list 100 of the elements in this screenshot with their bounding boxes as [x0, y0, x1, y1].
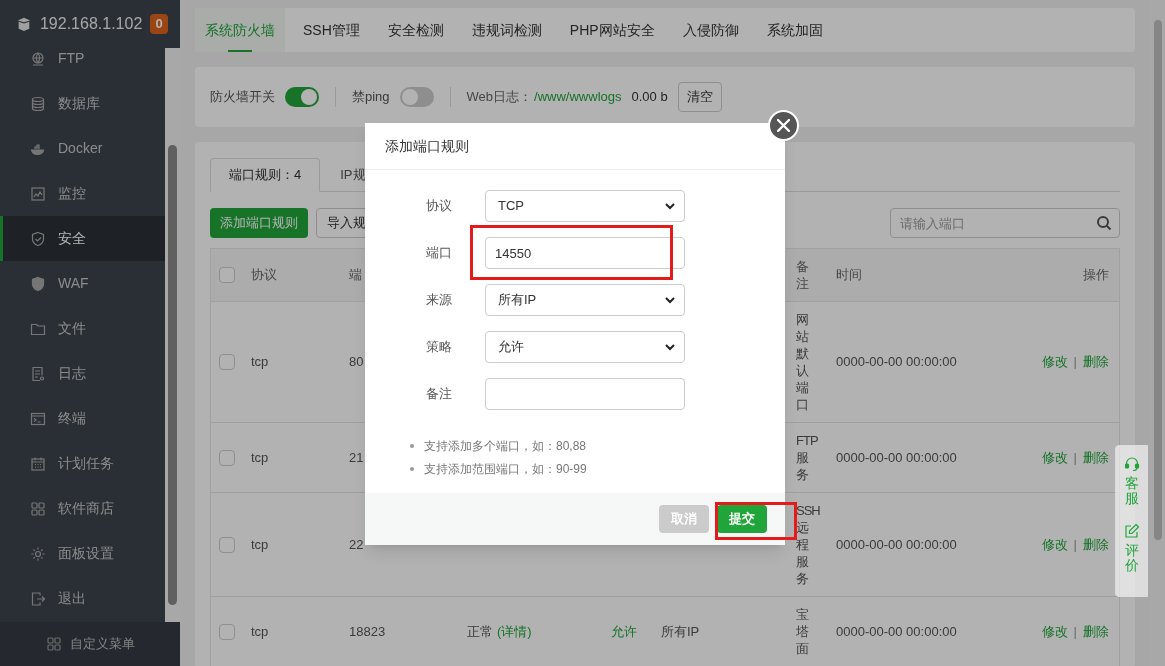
delete-link[interactable]: 删除	[1083, 621, 1109, 642]
policy-text: 允许	[611, 622, 637, 641]
toggle-label: 防火墙开关	[210, 88, 275, 107]
tab[interactable]: 安全检测	[377, 8, 454, 52]
column-header: 备注	[796, 258, 810, 292]
field-label: 来源	[426, 291, 453, 310]
notification-badge[interactable]: 0	[150, 14, 168, 34]
tab[interactable]: 系统加固	[756, 8, 833, 52]
delete-link[interactable]: 删除	[1083, 534, 1109, 555]
sidebar-item[interactable]: 文件	[0, 306, 165, 351]
terminal-icon	[30, 410, 46, 427]
link-separator: |	[1073, 448, 1077, 467]
checkbox[interactable]	[219, 623, 235, 640]
float-panel-button[interactable]: 客服	[1123, 456, 1140, 507]
close-icon	[777, 119, 790, 132]
log-size: 0.00 b	[631, 88, 668, 107]
toggle-switch[interactable]	[285, 87, 319, 107]
add-rule-button[interactable]: 添加端口规则	[210, 208, 308, 238]
scrollbar[interactable]	[165, 48, 180, 622]
tab[interactable]: 入侵防御	[672, 8, 749, 52]
chevron-down-icon	[664, 294, 676, 306]
grid-icon	[45, 636, 62, 652]
sidebar-item[interactable]: 计划任务	[0, 441, 165, 486]
shield-icon	[30, 275, 46, 292]
toggle-label: 禁ping	[352, 88, 390, 107]
table-cell-text: tcp	[251, 535, 269, 554]
table-cell-text: 0000-00-00 00:00:00	[836, 448, 957, 467]
tab[interactable]: 系统防火墙	[195, 8, 285, 52]
submit-button[interactable]: 提交	[717, 505, 767, 533]
sidebar-item[interactable]: 监控	[0, 171, 165, 216]
dialog-title: 添加端口规则	[385, 136, 469, 156]
headset-icon	[1123, 456, 1140, 472]
clear-button[interactable]: 清空	[677, 82, 722, 112]
hint-text: 支持添加多个端口，如：80,88	[424, 438, 587, 455]
sidebar-item[interactable]: 数据库	[0, 81, 165, 126]
tab[interactable]: PHP网站安全	[559, 8, 665, 52]
table-cell-text: 0000-00-00 00:00:00	[836, 622, 957, 641]
custom-menu-button[interactable]: 自定义菜单	[0, 622, 180, 666]
checkbox[interactable]	[219, 267, 235, 283]
host-address: 192.168.1.102	[39, 14, 143, 34]
sidebar-item[interactable]: 面板设置	[0, 531, 165, 576]
link-separator: |	[1073, 535, 1077, 554]
edit-link[interactable]: 修改	[1041, 534, 1068, 555]
column-header: 协议	[251, 266, 277, 285]
log-path-link[interactable]: /www/wwwlogs	[534, 87, 622, 107]
input-field[interactable]: 14550	[485, 237, 685, 269]
sidebar-item[interactable]: 软件商店	[0, 486, 165, 531]
field-label: 协议	[426, 197, 453, 216]
status-text: 正常	[467, 622, 493, 641]
select-field[interactable]: TCP	[485, 190, 685, 222]
select-field[interactable]: 所有IP	[485, 284, 685, 316]
tab[interactable]: 端口规则：4	[210, 158, 321, 192]
table-cell-text: 18823	[349, 622, 386, 641]
grid-icon	[30, 500, 46, 517]
edit-link[interactable]: 修改	[1041, 621, 1068, 642]
sidebar-item[interactable]: 退出	[0, 576, 165, 621]
globe-icon	[30, 50, 46, 67]
checkbox[interactable]	[219, 354, 235, 370]
table-cell-text: 所有IP	[661, 622, 700, 641]
sidebar-item[interactable]: FTP	[0, 48, 165, 81]
table-cell-text: tcp	[251, 622, 269, 641]
checkbox[interactable]	[219, 536, 235, 553]
sidebar-item[interactable]: 终端	[0, 396, 165, 441]
log-label: Web日志：	[466, 88, 533, 107]
sidebar-item[interactable]: 日志	[0, 351, 165, 396]
sidebar-item[interactable]: 安全	[0, 216, 165, 261]
details-link[interactable]: (详情)	[497, 621, 532, 642]
hint-text: 支持添加范围端口，如：90-99	[424, 461, 587, 478]
delete-link[interactable]: 删除	[1083, 447, 1109, 468]
database-icon	[30, 95, 46, 112]
search-field[interactable]: 请输入端口	[890, 208, 1120, 238]
table-cell-text: 22	[349, 535, 364, 554]
table-cell-text: 21	[349, 448, 364, 467]
logo-icon	[16, 15, 32, 33]
edit-link[interactable]: 修改	[1041, 447, 1068, 468]
column-header: 操作	[1083, 266, 1109, 285]
table-cell-text: 网站默认端口	[796, 311, 810, 413]
tab[interactable]: IP规	[322, 158, 384, 192]
tab[interactable]: 违规词检测	[461, 8, 552, 52]
field-label: 策略	[426, 338, 453, 357]
float-panel-label: 评价	[1124, 542, 1139, 574]
shield-icon	[30, 230, 46, 247]
column-header: 端	[349, 266, 362, 285]
table-cell-text: tcp	[251, 353, 269, 372]
column-header: 时间	[836, 266, 862, 285]
float-panel-label: 客服	[1124, 476, 1139, 507]
table-cell-text: 80	[349, 353, 364, 372]
input-field[interactable]	[485, 378, 685, 410]
search-icon[interactable]	[1096, 215, 1112, 231]
sidebar-item[interactable]: WAF	[0, 261, 165, 306]
tab[interactable]: SSH管理	[293, 8, 370, 52]
edit-link[interactable]: 修改	[1041, 352, 1068, 372]
checkbox[interactable]	[219, 449, 235, 466]
sidebar-item[interactable]: Docker	[0, 126, 165, 171]
table-cell-text: 0000-00-00 00:00:00	[836, 535, 957, 554]
float-panel-button[interactable]: 评价	[1123, 522, 1140, 574]
toggle-switch[interactable]	[399, 87, 434, 107]
calendar-icon	[30, 455, 46, 472]
delete-link[interactable]: 删除	[1083, 352, 1109, 372]
select-field[interactable]: 允许	[485, 331, 685, 363]
